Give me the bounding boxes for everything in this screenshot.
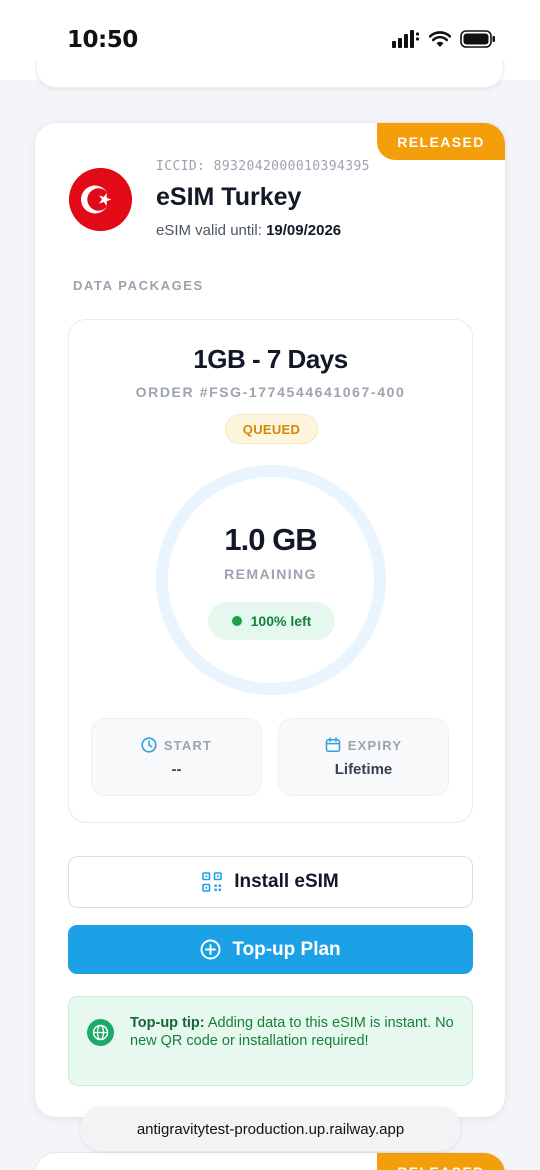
valid-until: eSIM valid until: 19/09/2026 (156, 222, 341, 239)
plus-circle-icon (200, 939, 221, 960)
valid-until-date: 19/09/2026 (266, 222, 342, 239)
queued-badge: QUEUED (225, 414, 318, 444)
esim-card: RELEASED ICCID: 8932042000010394395 eSIM… (34, 122, 506, 1118)
battery-icon (460, 30, 495, 48)
expiry-info-box: EXPIRY Lifetime (278, 718, 449, 796)
status-time: 10:50 (67, 27, 138, 53)
previous-esim-card (36, 60, 504, 88)
clock-icon (141, 737, 157, 753)
remaining-value: 1.0 GB (224, 522, 317, 557)
start-info-box: START -- (91, 718, 262, 796)
globe-icon (87, 1019, 114, 1046)
topup-tip-text: Top-up tip: Adding data to this eSIM is … (130, 1014, 456, 1050)
status-dot-icon (231, 616, 242, 626)
percent-left-badge: 100% left (208, 602, 335, 640)
expiry-value: Lifetime (334, 761, 393, 778)
start-label: START (163, 737, 213, 753)
esim-title: eSIM Turkey (156, 183, 302, 211)
iccid-label: ICCID: 8932042000010394395 (156, 159, 370, 174)
next-status-badge: RELEASED (377, 1153, 505, 1170)
qr-code-icon (202, 872, 223, 892)
topup-plan-button[interactable]: Top-up Plan (68, 925, 473, 974)
install-esim-label: Install eSIM (234, 871, 339, 892)
package-title: 1GB - 7 Days (193, 344, 348, 374)
wifi-icon (429, 30, 451, 47)
valid-until-label: eSIM valid until: (156, 222, 262, 239)
topup-tip-box: Top-up tip: Adding data to this eSIM is … (68, 996, 473, 1086)
data-package-card: 1GB - 7 Days ORDER #FSG-1774544641067-40… (68, 319, 473, 823)
expiry-label: EXPIRY (347, 737, 403, 753)
browser-url-bar[interactable]: antigravitytest-production.up.railway.ap… (80, 1107, 461, 1151)
start-value: -- (171, 761, 182, 778)
remaining-label: REMAINING (224, 566, 317, 582)
turkey-flag-icon (69, 168, 132, 231)
status-badge: RELEASED (377, 123, 505, 160)
next-esim-card: RELEASED (34, 1152, 506, 1170)
install-esim-button[interactable]: Install eSIM (68, 856, 473, 908)
calendar-icon (325, 737, 341, 753)
percent-left-text: 100% left (250, 613, 312, 629)
status-icons (392, 30, 496, 48)
cellular-signal-icon (392, 30, 420, 48)
url-text: antigravitytest-production.up.railway.ap… (136, 1120, 405, 1138)
topup-plan-label: Top-up Plan (232, 938, 341, 960)
expiry-header: EXPIRY (279, 737, 448, 753)
topup-tip-title: Top-up tip: (130, 1015, 205, 1031)
start-header: START (92, 737, 261, 753)
section-label-data-packages: DATA PACKAGES (73, 278, 204, 293)
order-number: ORDER #FSG-1774544641067-400 (135, 384, 406, 400)
